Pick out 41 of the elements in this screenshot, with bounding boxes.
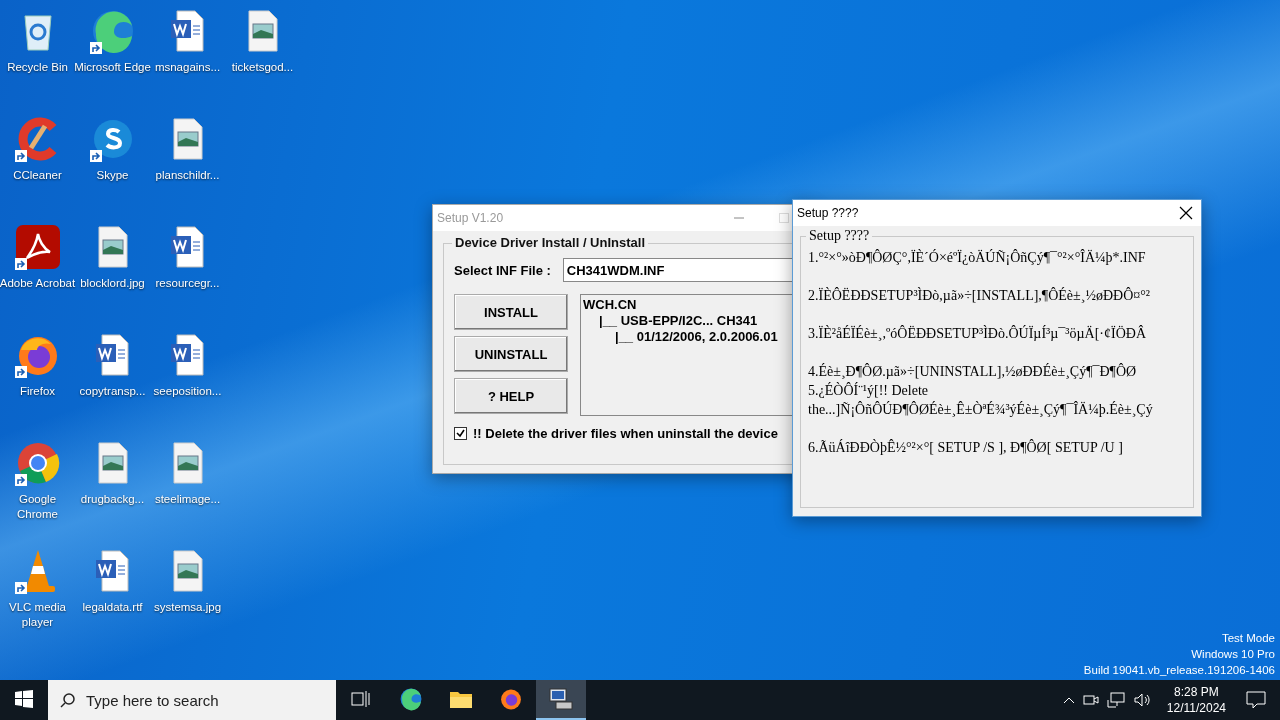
date-text: 12/11/2024 [1166,700,1226,716]
help-text: 1.°²×°»òÐ¶ÔØÇ°,ÏÈ´Ó×éºÏ¿òÄÚÑ¡ÔñÇý¶¯°²×°ÎÄ¼þ*.INF [808,248,1147,267]
chevron-up-icon[interactable] [1062,696,1075,704]
help-text: 2.ÏÈÔËÐÐSETUP³ÌÐò,µã»÷[INSTALL],¶ÔÉè±¸½øÐÐÔ¤°² [808,286,1152,305]
desktop-icon-label[interactable]: ticketsgod... [223,60,302,75]
setup-computer-icon [548,687,574,711]
browser-wave-icon [399,687,423,711]
setup-button[interactable]: UNINSTALL [454,336,568,372]
system-info-text: Windows 10 Pro [1191,647,1275,662]
close-icon[interactable] [1179,206,1193,220]
search-icon [60,692,76,708]
clock[interactable]: 8:28 PM 12/11/2024 [1158,684,1234,716]
taskbar-app[interactable] [536,680,586,720]
window-title: Setup ???? [797,206,860,220]
pdf-reader-icon [14,224,61,270]
system-info-text: Test Mode [1221,631,1275,646]
help-text: 6.ÃüÁîÐÐÒþÊ½°²×°[ SETUP /S ], Ð¶ÔØ[ SETUP /U ] [808,438,1124,457]
setup-button[interactable]: ? HELP [454,378,568,414]
time-text: 8:28 PM [1174,684,1219,700]
desktop-icon-label[interactable]: resourcegr... [148,276,227,291]
camera-icon[interactable] [1082,693,1099,707]
notification-icon[interactable] [1246,691,1266,709]
window-title: Setup V1.20 [437,211,505,225]
help-text: 3.ÏÈ²åÉÏÉè±¸,ºóÔËÐÐSETUP³ÌÐò.ÔÚÏµÍ³µ¯³öµÄ[·¢ÏÖÐÂ [808,324,1147,343]
desktop-icon-label[interactable]: Microsoft Edge [73,60,152,75]
task-view-icon [351,690,371,708]
group-title: Setup ???? [806,228,873,244]
folder-icon [449,689,473,709]
field-label: Select INF File : [454,262,551,278]
firefox-icon [499,687,523,711]
checkbox-label: !! Delete the driver files when uninstall the device [473,426,778,441]
help-text: 5.¿ÉÒÔÍ¨¹ý[!! Delete the...]Ñ¡ÔñÔÚÐ¶ÔØÉè±¸Ê±ÒªÉ¾³ýÉè±¸Çý¶¯ÎÄ¼þ.Éè±¸Çý [808,381,1154,419]
desktop-icon-label[interactable]: Adobe Acrobat [0,276,77,291]
volume-icon[interactable] [1132,692,1151,708]
help-text: 4.Éè±¸Ð¶ÔØ.µã»÷[UNINSTALL],½øÐÐÉè±¸Çý¶¯Ð¶ÔØ [808,362,1138,381]
group-title: Device Driver Install / UnInstall [452,235,649,250]
windows-logo-icon [15,690,33,708]
checkbox[interactable] [454,427,467,440]
system-info-text: Build 19041.vb_release.191206-1406 [1083,663,1275,678]
setup-button[interactable]: INSTALL [454,294,568,330]
network-icon[interactable] [1106,692,1125,708]
